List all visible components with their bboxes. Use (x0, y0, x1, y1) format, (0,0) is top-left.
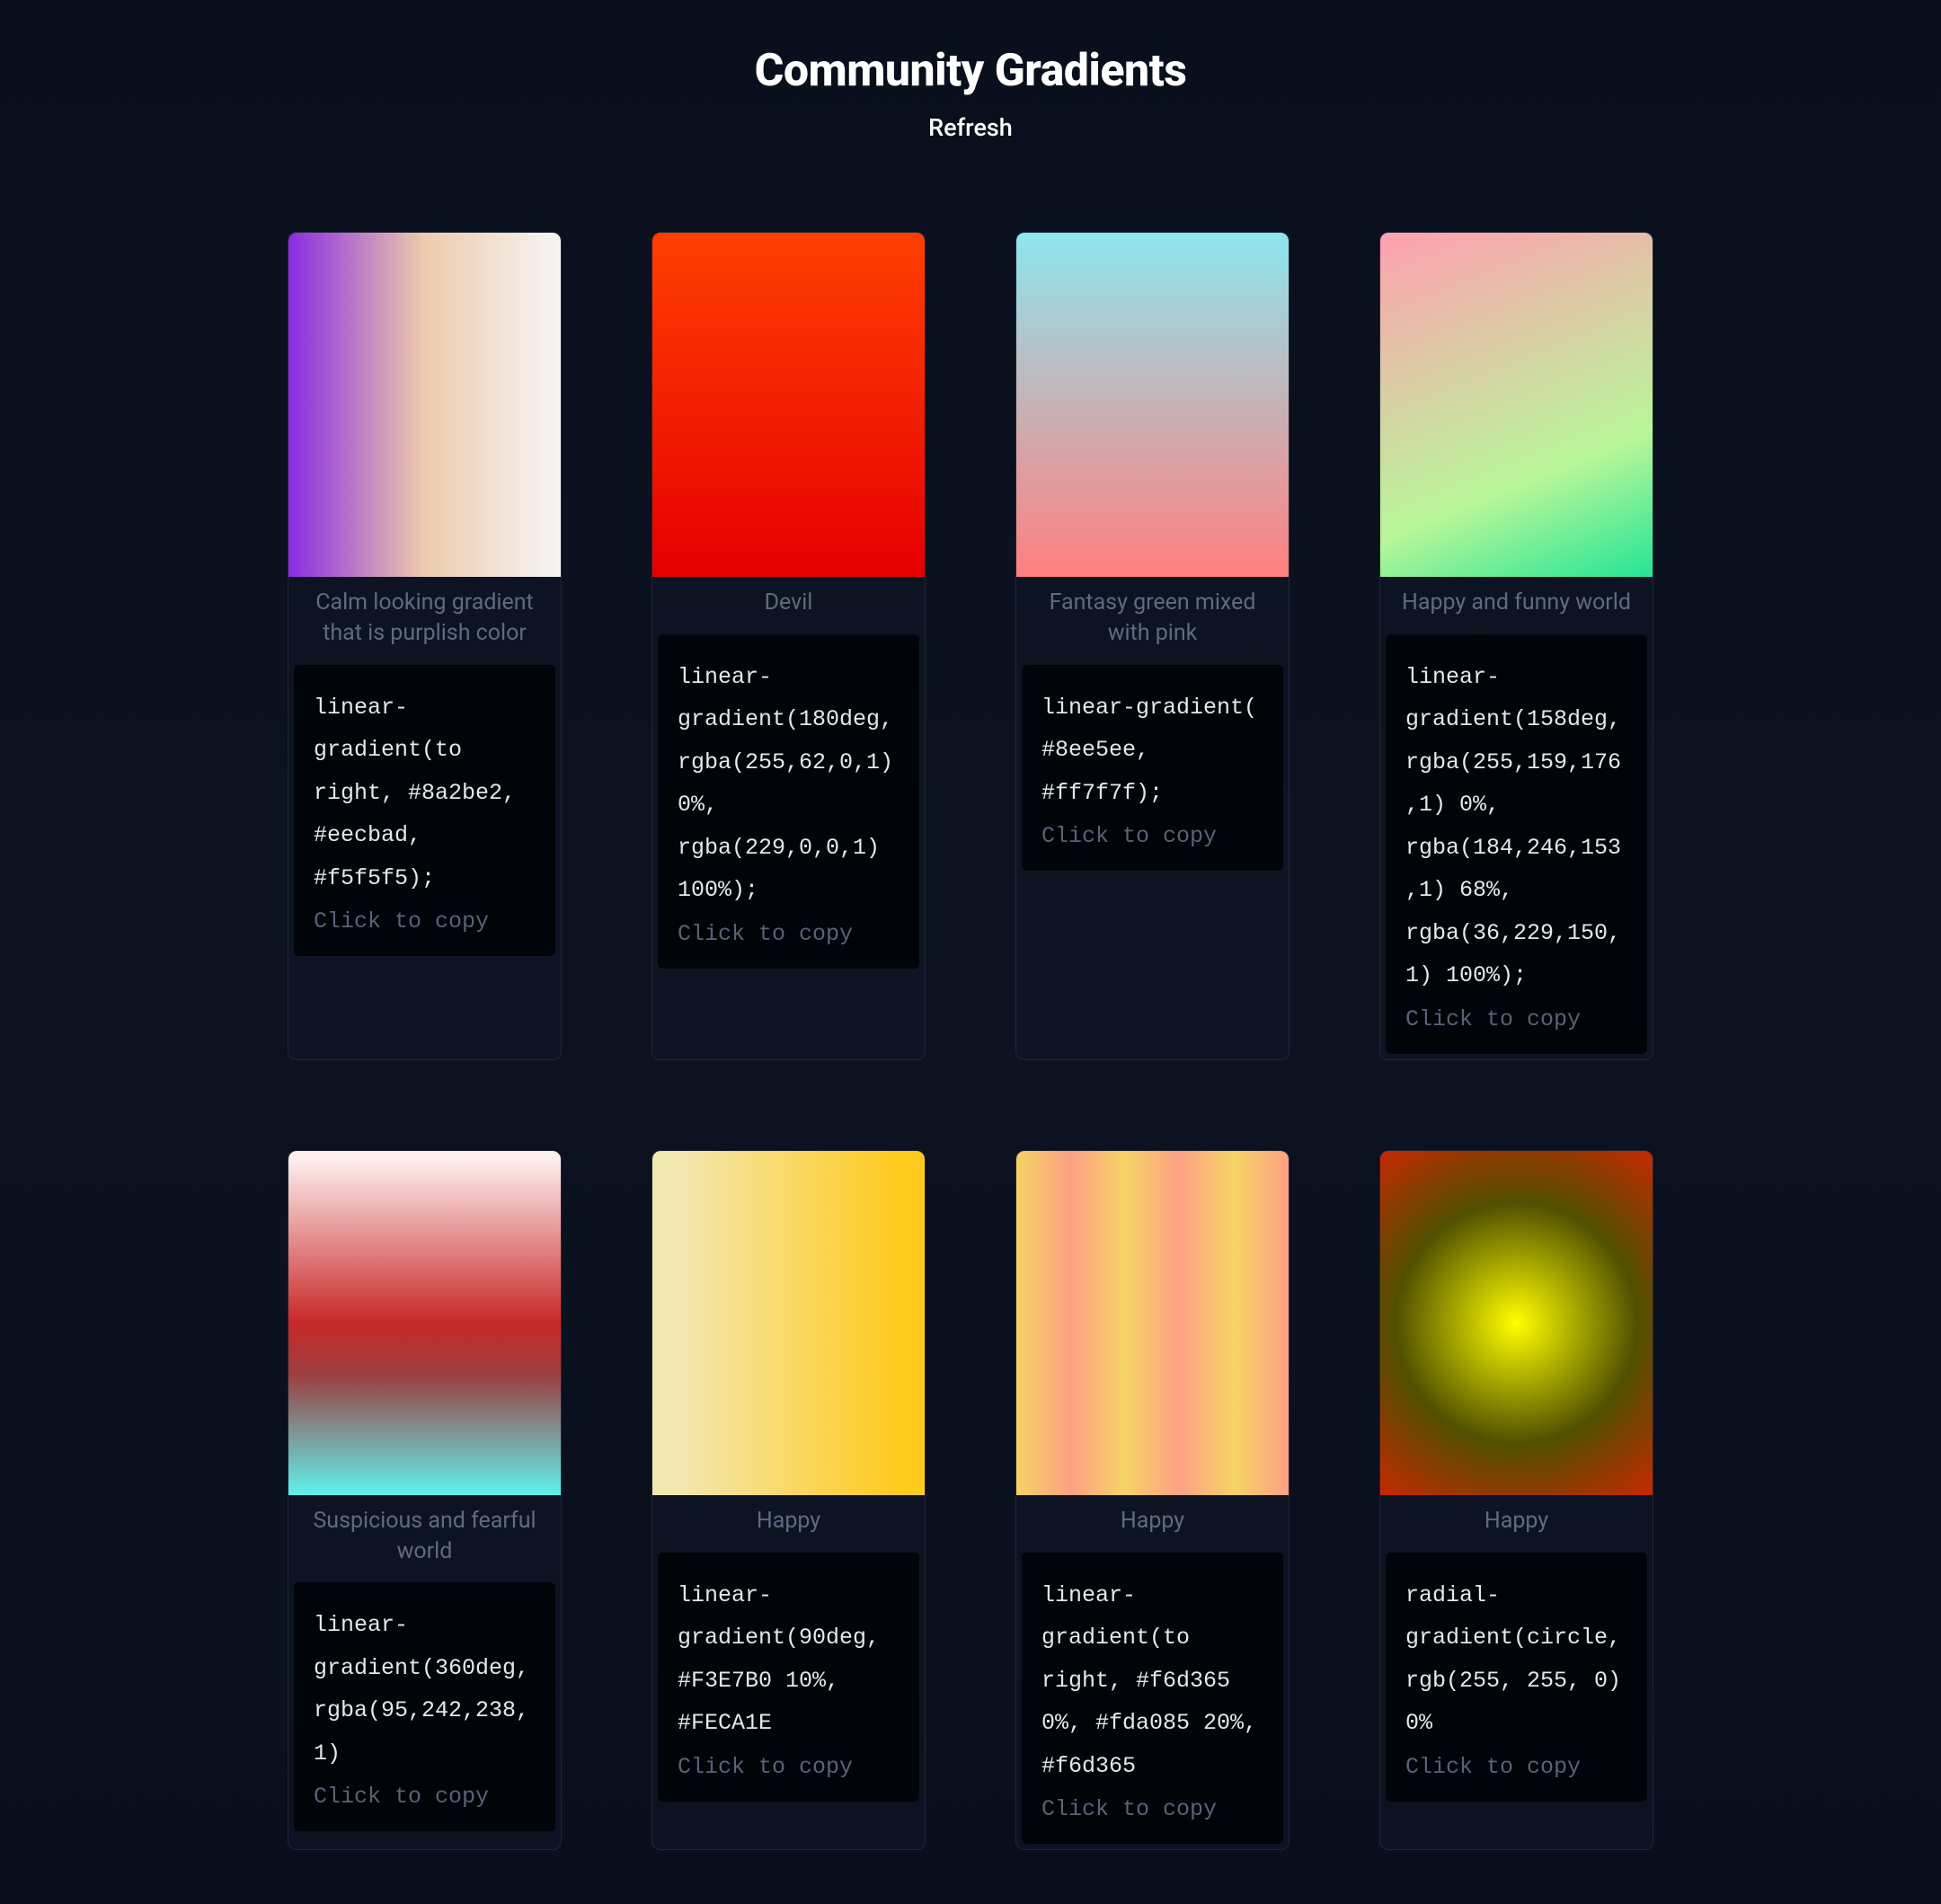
gradient-card: Happy and funny world linear-gradient(15… (1379, 232, 1653, 1060)
gradient-card: Happy linear-gradient(90deg, #F3E7B0 10%… (651, 1150, 926, 1850)
gradient-name: Devil (652, 577, 925, 629)
gradient-swatch (288, 233, 561, 577)
gradient-css: linear-gradient(90deg, #F3E7B0 10%, #FEC… (678, 1574, 900, 1745)
gradient-css: linear-gradient(to right, #f6d365 0%, #f… (1041, 1574, 1263, 1788)
gradient-card: Happy linear-gradient(to right, #f6d365 … (1015, 1150, 1290, 1850)
gradient-card: Suspicious and fearful world linear-grad… (288, 1150, 562, 1850)
gradient-card: Devil linear-gradient(180deg, rgba(255,6… (651, 232, 926, 1060)
page-header: Community Gradients Refresh (0, 0, 1941, 160)
gradient-name: Happy (1380, 1495, 1653, 1547)
gradient-swatch (1380, 1151, 1653, 1495)
code-block[interactable]: linear-gradient( #8ee5ee, #ff7f7f); Clic… (1022, 665, 1283, 872)
gradient-name: Happy (1016, 1495, 1289, 1547)
gradient-swatch (652, 1151, 925, 1495)
page-title: Community Gradients (0, 45, 1941, 97)
code-block[interactable]: linear-gradient(158deg, rgba(255,159,176… (1386, 634, 1647, 1054)
gradient-swatch (1016, 1151, 1289, 1495)
copy-hint: Click to copy (1405, 1006, 1627, 1032)
copy-hint: Click to copy (678, 1754, 900, 1780)
gradient-name: Suspicious and fearful world (288, 1495, 561, 1578)
copy-hint: Click to copy (1041, 823, 1263, 849)
code-block[interactable]: linear-gradient(180deg, rgba(255,62,0,1)… (658, 634, 919, 969)
code-block[interactable]: linear-gradient(360deg, rgba(95,242,238,… (294, 1582, 555, 1831)
gradient-css: linear-gradient(360deg, rgba(95,242,238,… (314, 1604, 536, 1775)
copy-hint: Click to copy (1041, 1796, 1263, 1822)
gradient-swatch (1380, 233, 1653, 577)
gradient-name: Calm looking gradient that is purplish c… (288, 577, 561, 660)
code-block[interactable]: radial-gradient(circle, rgb(255, 255, 0)… (1386, 1553, 1647, 1802)
copy-hint: Click to copy (1405, 1754, 1627, 1780)
copy-hint: Click to copy (678, 921, 900, 947)
copy-hint: Click to copy (314, 908, 536, 934)
code-block[interactable]: linear-gradient(90deg, #F3E7B0 10%, #FEC… (658, 1553, 919, 1802)
gradient-swatch (652, 233, 925, 577)
gradient-card: Calm looking gradient that is purplish c… (288, 232, 562, 1060)
gradient-css: linear-gradient(180deg, rgba(255,62,0,1)… (678, 656, 900, 912)
gradient-css: linear-gradient(158deg, rgba(255,159,176… (1405, 656, 1627, 997)
gradient-swatch (1016, 233, 1289, 577)
gradient-card: Happy radial-gradient(circle, rgb(255, 2… (1379, 1150, 1653, 1850)
gradient-grid: Calm looking gradient that is purplish c… (135, 160, 1806, 1850)
code-block[interactable]: linear-gradient(to right, #f6d365 0%, #f… (1022, 1553, 1283, 1845)
gradient-name: Happy and funny world (1380, 577, 1653, 629)
code-block[interactable]: linear-gradient(to right, #8a2be2, #eecb… (294, 665, 555, 957)
gradient-card: Fantasy green mixed with pink linear-gra… (1015, 232, 1290, 1060)
copy-hint: Click to copy (314, 1784, 536, 1810)
gradient-name: Fantasy green mixed with pink (1016, 577, 1289, 660)
refresh-button[interactable]: Refresh (928, 113, 1013, 142)
gradient-name: Happy (652, 1495, 925, 1547)
gradient-css: linear-gradient(to right, #8a2be2, #eecb… (314, 686, 536, 900)
gradient-css: linear-gradient( #8ee5ee, #ff7f7f); (1041, 686, 1263, 815)
gradient-swatch (288, 1151, 561, 1495)
gradient-css: radial-gradient(circle, rgb(255, 255, 0)… (1405, 1574, 1627, 1745)
